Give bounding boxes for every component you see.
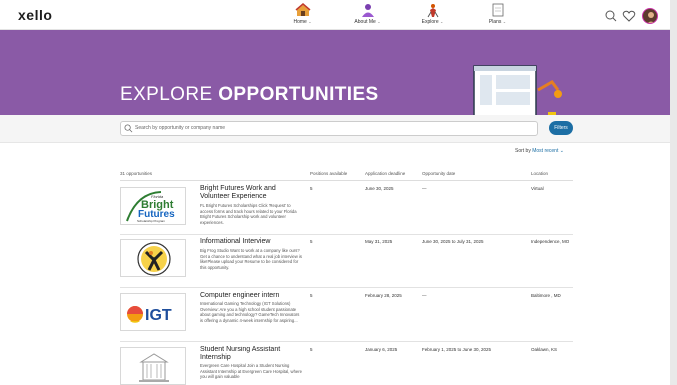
table-row[interactable]: Florida Bright Futures Scholarship Progr… (120, 185, 573, 233)
bright-futures-logo: Florida Bright Futures Scholarship Progr… (120, 187, 186, 225)
nav-home-label: Home (293, 19, 307, 25)
page-title-light: EXPLORE (120, 84, 219, 105)
opportunity-title[interactable]: Computer engineer intern (200, 292, 300, 300)
opportunity-description: Evergreen Care Hospital Join a Student N… (200, 363, 302, 380)
top-right-actions (600, 8, 658, 24)
table-divider (120, 180, 573, 181)
nav-explore-label: Explore (421, 19, 439, 25)
heart-icon[interactable] (622, 9, 636, 23)
opportunity-date-value: February 1, 2025 to June 30, 2025 (422, 347, 492, 352)
opportunity-date-value: — (422, 186, 427, 191)
nav-home[interactable]: Home ⌄ (270, 2, 335, 25)
search-placeholder: Search by opportunity or company name (135, 125, 226, 131)
avatar-image (647, 12, 655, 23)
row-divider (120, 341, 573, 342)
nav-about-label: About Me (354, 19, 376, 25)
igt-logo: IGT (120, 293, 186, 331)
opportunity-count: 31 opportunities (120, 171, 153, 176)
big-frog-logo (120, 239, 186, 277)
big-frog-logo-image (137, 242, 171, 276)
sort-label: Sort by (515, 148, 531, 154)
opportunity-title[interactable]: Bright Futures Work and Volunteer Experi… (200, 185, 300, 201)
igt-logo-image: IGT (127, 306, 172, 324)
plans-icon (492, 3, 503, 17)
location-value: Independence, MO (531, 239, 570, 244)
nav-plans-label: Plans (488, 19, 502, 25)
deadline-value: February 28, 2025 (365, 293, 402, 298)
column-header-deadline: Application deadline (365, 171, 406, 176)
table-row[interactable]: IGT Computer engineer intern Internation… (120, 292, 573, 340)
column-header-positions: Positions available (310, 171, 348, 176)
home-icon (295, 3, 310, 16)
bright-futures-logo-image: Florida Bright Futures Scholarship Progr… (126, 191, 175, 223)
nav-plans[interactable]: Plans ⌄ (465, 2, 530, 25)
opportunity-description: Big Frog Studio Want to work at a compan… (200, 248, 302, 270)
deadline-value: June 30, 2025 (365, 186, 394, 191)
svg-text:Scholarship Program: Scholarship Program (137, 219, 166, 223)
deadline-value: May 31, 2025 (365, 239, 393, 244)
top-navigation-bar: xello Home ⌄ About Me ⌄ Explore ⌄ Plans … (0, 0, 670, 30)
search-icon[interactable] (604, 9, 618, 23)
opportunity-title[interactable]: Student Nursing Assistant Internship (200, 346, 300, 362)
search-input[interactable]: Search by opportunity or company name (120, 121, 538, 136)
location-value: Baltimore , MD (531, 293, 561, 298)
opportunity-date-value: June 30, 2025 to July 31, 2025 (422, 239, 484, 244)
row-divider (120, 287, 573, 288)
scrollbar[interactable] (670, 0, 677, 385)
location-value: Oaklawn, KS (531, 347, 558, 352)
person-icon (361, 4, 374, 17)
positions-value: 5 (310, 293, 313, 298)
app-window: xello Home ⌄ About Me ⌄ Explore ⌄ Plans … (0, 0, 677, 385)
chevron-down-icon: ⌄ (439, 19, 444, 24)
column-header-location: Location (531, 171, 549, 176)
search-icon (124, 124, 133, 133)
deadline-value: January 6, 2025 (365, 347, 398, 352)
column-header-date: Opportunity date (422, 171, 456, 176)
location-value: Virtual (531, 186, 544, 191)
page-title: EXPLORE OPPORTUNITIES (120, 84, 379, 106)
hospital-logo (120, 347, 186, 385)
row-divider (120, 234, 573, 235)
positions-value: 5 (310, 347, 313, 352)
page-title-bold: OPPORTUNITIES (218, 84, 379, 105)
avatar[interactable] (642, 8, 658, 24)
chevron-down-icon: ⌄ (502, 19, 507, 24)
filters-button[interactable]: Filters (549, 121, 573, 135)
opportunity-description: International Gaming Technology (IGT Sol… (200, 301, 300, 323)
sort-dropdown[interactable]: Most recent ⌄ (532, 148, 564, 154)
nav-explore[interactable]: Explore ⌄ (400, 2, 465, 25)
xello-logo[interactable]: xello (18, 7, 52, 23)
sort-control[interactable]: Sort by Most recent ⌄ (515, 148, 564, 154)
svg-text:IGT: IGT (145, 307, 172, 324)
building-icon (139, 353, 169, 382)
chevron-down-icon: ⌄ (308, 19, 312, 24)
opportunity-title[interactable]: Informational Interview (200, 238, 300, 246)
explore-icon (427, 4, 438, 18)
nav-about-me[interactable]: About Me ⌄ (335, 2, 400, 25)
positions-value: 5 (310, 239, 313, 244)
opportunity-description: FL Bright Futures Scholarships Click 'Re… (200, 203, 297, 225)
positions-value: 5 (310, 186, 313, 191)
chevron-down-icon: ⌄ (377, 19, 381, 24)
main-nav: Home ⌄ About Me ⌄ Explore ⌄ Plans ⌄ (270, 2, 530, 25)
table-row[interactable]: Informational Interview Big Frog Studio … (120, 238, 573, 286)
table-row[interactable]: Student Nursing Assistant Internship Eve… (120, 346, 573, 385)
hero-banner: EXPLORE OPPORTUNITIES (0, 30, 670, 136)
opportunity-date-value: — (422, 293, 427, 298)
search-bar-row: Search by opportunity or company name Fi… (0, 115, 670, 143)
